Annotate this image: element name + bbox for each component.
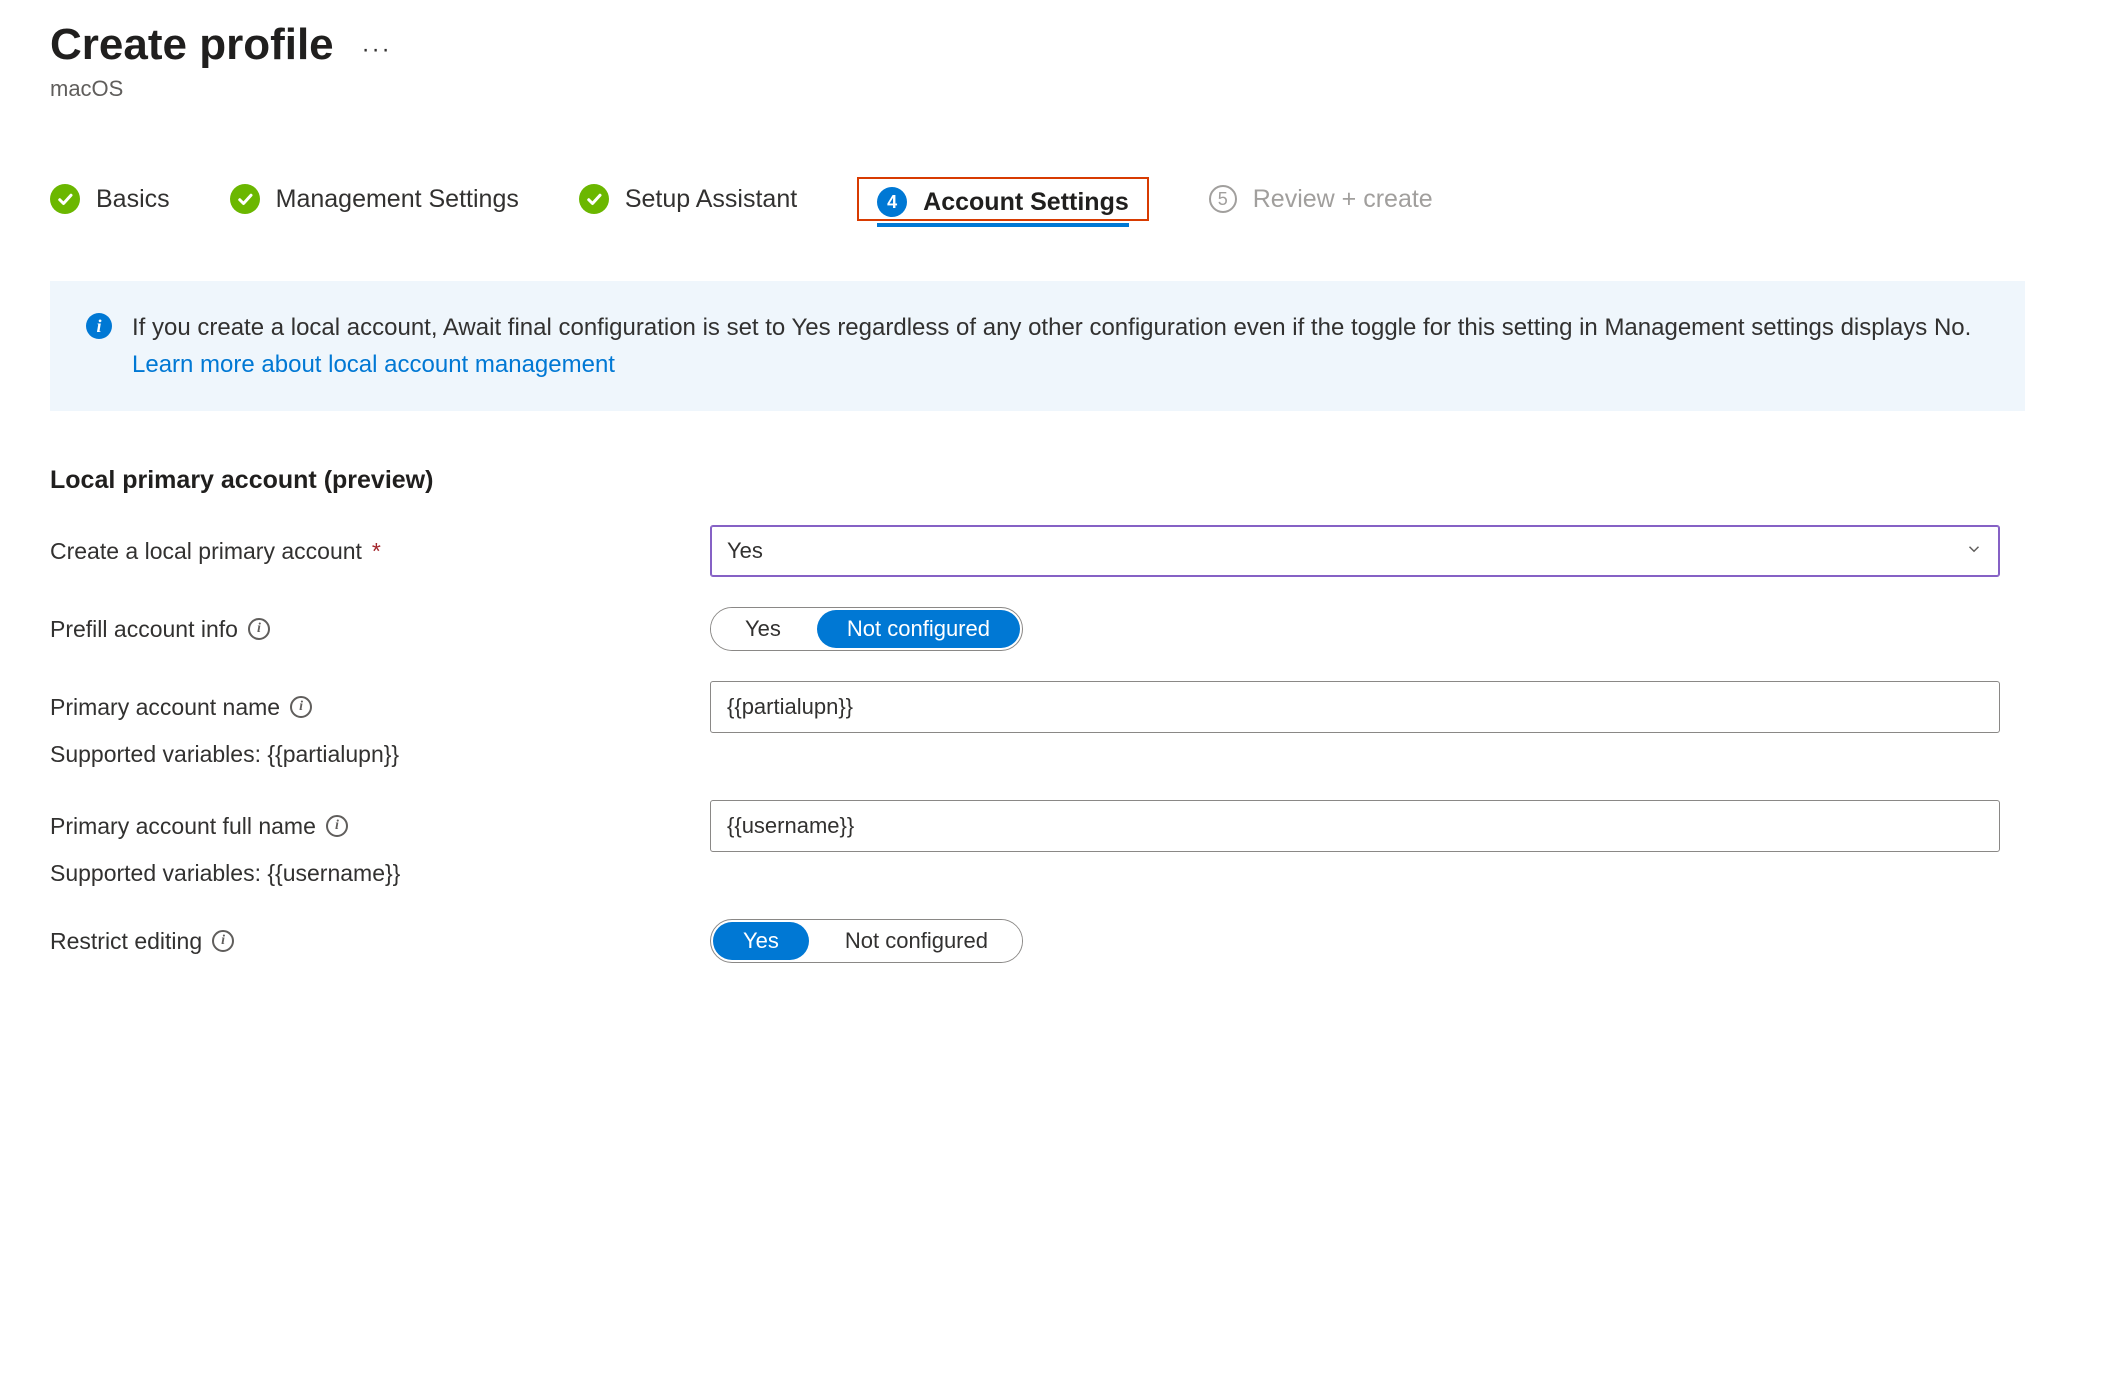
label-primary-account-full-name: Primary account full name i bbox=[50, 813, 710, 840]
step-label: Basics bbox=[96, 185, 170, 214]
row-restrict-editing: Restrict editing i Yes Not configured bbox=[50, 919, 2076, 963]
step-number-icon: 5 bbox=[1209, 185, 1237, 213]
toggle-option-not-configured[interactable]: Not configured bbox=[811, 920, 1022, 962]
step-account-settings[interactable]: 4 Account Settings bbox=[877, 187, 1129, 227]
info-icon[interactable]: i bbox=[248, 618, 270, 640]
toggle-prefill-account-info: Yes Not configured bbox=[710, 607, 1023, 651]
info-icon[interactable]: i bbox=[212, 930, 234, 952]
hint-primary-account-full-name: Supported variables: {{username}} bbox=[50, 860, 2076, 887]
required-indicator: * bbox=[372, 538, 381, 565]
info-banner-body: If you create a local account, Await fin… bbox=[132, 314, 1971, 341]
select-value: Yes bbox=[727, 538, 763, 564]
row-create-local-primary: Create a local primary account * Yes bbox=[50, 525, 2076, 577]
check-icon bbox=[579, 184, 609, 214]
input-primary-account-name[interactable] bbox=[710, 681, 2000, 733]
check-icon bbox=[230, 184, 260, 214]
step-review-create: 5 Review + create bbox=[1209, 185, 1433, 214]
row-prefill-account-info: Prefill account info i Yes Not configure… bbox=[50, 607, 2076, 651]
label-text: Prefill account info bbox=[50, 616, 238, 643]
label-text: Primary account name bbox=[50, 694, 280, 721]
row-primary-account-full-name: Primary account full name i bbox=[50, 800, 2076, 852]
label-create-local-primary: Create a local primary account * bbox=[50, 538, 710, 565]
toggle-option-yes[interactable]: Yes bbox=[711, 608, 815, 650]
label-restrict-editing: Restrict editing i bbox=[50, 928, 710, 955]
info-icon: i bbox=[86, 313, 112, 339]
step-setup-assistant[interactable]: Setup Assistant bbox=[579, 184, 797, 214]
learn-more-link[interactable]: Learn more about local account managemen… bbox=[132, 351, 615, 378]
label-text: Create a local primary account bbox=[50, 538, 362, 565]
wizard-steps: Basics Management Settings Setup Assista… bbox=[50, 177, 2076, 221]
toggle-restrict-editing: Yes Not configured bbox=[710, 919, 1023, 963]
info-banner-text: If you create a local account, Await fin… bbox=[132, 309, 1989, 383]
step-basics[interactable]: Basics bbox=[50, 184, 170, 214]
label-prefill-account-info: Prefill account info i bbox=[50, 616, 710, 643]
toggle-option-yes[interactable]: Yes bbox=[713, 922, 809, 960]
step-number-icon: 4 bbox=[877, 187, 907, 217]
input-primary-account-full-name[interactable] bbox=[710, 800, 2000, 852]
row-primary-account-name: Primary account name i bbox=[50, 681, 2076, 733]
hint-primary-account-name: Supported variables: {{partialupn}} bbox=[50, 741, 2076, 768]
select-create-local-primary[interactable]: Yes bbox=[710, 525, 2000, 577]
page-title: Create profile bbox=[50, 20, 334, 70]
info-icon[interactable]: i bbox=[290, 696, 312, 718]
step-label: Management Settings bbox=[276, 185, 519, 214]
label-text: Primary account full name bbox=[50, 813, 316, 840]
label-text: Restrict editing bbox=[50, 928, 202, 955]
info-icon[interactable]: i bbox=[326, 815, 348, 837]
highlight-current-step: 4 Account Settings bbox=[857, 177, 1149, 221]
header: Create profile ··· bbox=[50, 20, 2076, 70]
toggle-option-not-configured[interactable]: Not configured bbox=[817, 610, 1020, 648]
more-icon[interactable]: ··· bbox=[362, 28, 392, 62]
chevron-down-icon bbox=[1965, 540, 1983, 563]
step-label: Review + create bbox=[1253, 185, 1433, 214]
section-heading: Local primary account (preview) bbox=[50, 466, 2076, 495]
label-primary-account-name: Primary account name i bbox=[50, 694, 710, 721]
check-icon bbox=[50, 184, 80, 214]
info-banner: i If you create a local account, Await f… bbox=[50, 281, 2025, 411]
step-management-settings[interactable]: Management Settings bbox=[230, 184, 519, 214]
step-label: Account Settings bbox=[923, 188, 1129, 217]
page-subtitle: macOS bbox=[50, 76, 2076, 102]
step-label: Setup Assistant bbox=[625, 185, 797, 214]
page-root: Create profile ··· macOS Basics Manageme… bbox=[0, 0, 2126, 983]
